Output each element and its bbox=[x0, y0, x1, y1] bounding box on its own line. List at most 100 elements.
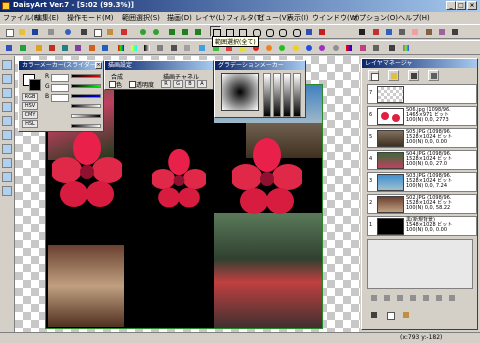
slider-value[interactable] bbox=[71, 114, 101, 118]
airbrush-tool-icon[interactable] bbox=[383, 26, 394, 37]
cut-icon[interactable] bbox=[78, 26, 89, 37]
hsl-mode-button[interactable]: HSL bbox=[22, 120, 38, 128]
distort-tool-icon[interactable] bbox=[2, 172, 12, 182]
flip-tool-icon[interactable] bbox=[2, 102, 12, 112]
blur-icon[interactable] bbox=[181, 42, 192, 53]
select-invert-icon[interactable] bbox=[192, 26, 203, 37]
gradient-slider-1[interactable] bbox=[263, 73, 271, 117]
filter-2-icon[interactable] bbox=[17, 42, 28, 53]
open-layer-icon[interactable] bbox=[388, 70, 399, 81]
slider-g[interactable] bbox=[71, 84, 101, 88]
filter-8-icon[interactable] bbox=[99, 42, 110, 53]
sharpen-icon[interactable] bbox=[168, 42, 179, 53]
gradient-slider-4[interactable] bbox=[293, 73, 301, 117]
delete-layer-icon[interactable] bbox=[408, 70, 419, 81]
filter-7-icon[interactable] bbox=[86, 42, 97, 53]
gradient-slider-3[interactable] bbox=[283, 73, 291, 117]
layer-settings-icon[interactable] bbox=[428, 70, 439, 81]
palette-icon[interactable] bbox=[400, 42, 411, 53]
filter-3-icon[interactable] bbox=[33, 42, 44, 53]
gradient-tool-icon[interactable] bbox=[343, 42, 354, 53]
layer-op-2-icon[interactable] bbox=[381, 292, 392, 303]
menu-select[interactable]: 範囲選択(S) bbox=[122, 13, 160, 23]
undo-icon[interactable] bbox=[62, 26, 73, 37]
rotate-tool-icon[interactable] bbox=[2, 88, 12, 98]
eyedropper-icon[interactable] bbox=[370, 42, 381, 53]
filter-4-icon[interactable] bbox=[46, 42, 57, 53]
layer-op-7-icon[interactable] bbox=[446, 292, 457, 303]
transform-tool-icon[interactable] bbox=[2, 144, 12, 154]
ellipse-select-add-icon[interactable] bbox=[276, 26, 287, 37]
histogram-icon[interactable] bbox=[386, 42, 397, 53]
slider-r[interactable] bbox=[71, 74, 101, 78]
menu-layer[interactable]: レイヤ(L) bbox=[195, 13, 225, 23]
value-g-field[interactable] bbox=[51, 84, 69, 92]
crop-tool-icon[interactable] bbox=[2, 130, 12, 140]
layer-row[interactable]: 2 S02.JPG (1098/96. 1528×1024 ビット 100(N)… bbox=[367, 194, 477, 214]
select-all-icon[interactable] bbox=[166, 26, 177, 37]
channel-a-button[interactable]: A bbox=[197, 80, 207, 88]
rgb-mode-button[interactable]: RGB bbox=[22, 93, 38, 101]
minimize-button[interactable]: _ bbox=[446, 1, 456, 10]
layer-op-5-icon[interactable] bbox=[420, 292, 431, 303]
zoom-out-icon[interactable] bbox=[150, 26, 161, 37]
layer-paste-icon[interactable] bbox=[400, 309, 411, 320]
magic-wand-icon[interactable] bbox=[303, 26, 314, 37]
delete-icon[interactable] bbox=[118, 26, 129, 37]
ellipse-select-alt-icon[interactable] bbox=[263, 26, 274, 37]
layer-row[interactable]: 3 S03.JPG (1098/96. 1528×1024 ビット 100(N)… bbox=[367, 172, 477, 192]
layer-copy-icon[interactable] bbox=[384, 309, 395, 320]
color-adjust-icon[interactable] bbox=[115, 42, 126, 53]
hand-tool-icon[interactable] bbox=[2, 74, 12, 84]
select-clear-icon[interactable] bbox=[316, 26, 327, 37]
close-icon[interactable]: × bbox=[95, 62, 102, 69]
color-checkbox[interactable] bbox=[109, 81, 116, 88]
blue-circle-icon[interactable] bbox=[303, 42, 314, 53]
resize-tool-icon[interactable] bbox=[2, 116, 12, 126]
menu-mode[interactable]: 操作モード(M) bbox=[67, 13, 114, 23]
new-file-icon[interactable] bbox=[3, 26, 14, 37]
layer-row[interactable]: 6 S06.jpg (1098/96. 1465×971 ビット 100(N) … bbox=[367, 106, 477, 126]
layer-op-4-icon[interactable] bbox=[407, 292, 418, 303]
slider-extra[interactable] bbox=[71, 124, 101, 128]
filter-1-icon[interactable] bbox=[3, 42, 14, 53]
menu-view[interactable]: ビュー(V) bbox=[258, 13, 289, 23]
menu-display[interactable]: 表示(I) bbox=[287, 13, 309, 23]
brush-tool-icon[interactable] bbox=[370, 26, 381, 37]
stamp-tool-icon[interactable] bbox=[423, 26, 434, 37]
orange-circle-icon[interactable] bbox=[263, 42, 274, 53]
app-icon[interactable] bbox=[2, 2, 10, 10]
paste-icon[interactable] bbox=[104, 26, 115, 37]
menu-options[interactable]: オプション(O) bbox=[352, 13, 398, 23]
filter-5-icon[interactable] bbox=[59, 42, 70, 53]
levels-icon[interactable] bbox=[154, 42, 165, 53]
copy-icon[interactable] bbox=[91, 26, 102, 37]
eraser-tool-icon[interactable] bbox=[409, 26, 420, 37]
layer-op-1-icon[interactable] bbox=[368, 292, 379, 303]
value-r-field[interactable] bbox=[51, 74, 69, 82]
menu-draw[interactable]: 描画(D) bbox=[167, 13, 192, 23]
layer-op-3-icon[interactable] bbox=[394, 292, 405, 303]
layer-cut-icon[interactable] bbox=[368, 309, 379, 320]
new-layer-icon[interactable] bbox=[368, 70, 379, 81]
menu-help[interactable]: ヘルプ(H) bbox=[398, 13, 430, 23]
green-circle-icon[interactable] bbox=[276, 42, 287, 53]
layer-new-icon[interactable] bbox=[196, 42, 207, 53]
align-tool-icon[interactable] bbox=[2, 158, 12, 168]
contrast-icon[interactable] bbox=[141, 42, 152, 53]
gradient-preview[interactable] bbox=[221, 73, 259, 111]
slider-b[interactable] bbox=[71, 94, 101, 98]
text-tool-icon[interactable] bbox=[396, 26, 407, 37]
close-button[interactable]: × bbox=[467, 1, 477, 10]
move-tool-icon[interactable] bbox=[2, 60, 12, 70]
slider-a[interactable] bbox=[71, 104, 101, 108]
channel-r-button[interactable]: R bbox=[161, 80, 171, 88]
open-folder-icon[interactable] bbox=[16, 26, 27, 37]
zoom-in-icon[interactable] bbox=[137, 26, 148, 37]
hsv-mode-button[interactable]: HSV bbox=[22, 102, 38, 110]
layer-op-6-icon[interactable] bbox=[433, 292, 444, 303]
save-icon[interactable] bbox=[29, 26, 40, 37]
layer-row[interactable]: 4 S04.JPG (1098/96. 1528×1024 ビット 100(N)… bbox=[367, 150, 477, 170]
filter-6-icon[interactable] bbox=[72, 42, 83, 53]
maximize-button[interactable]: □ bbox=[456, 1, 466, 10]
